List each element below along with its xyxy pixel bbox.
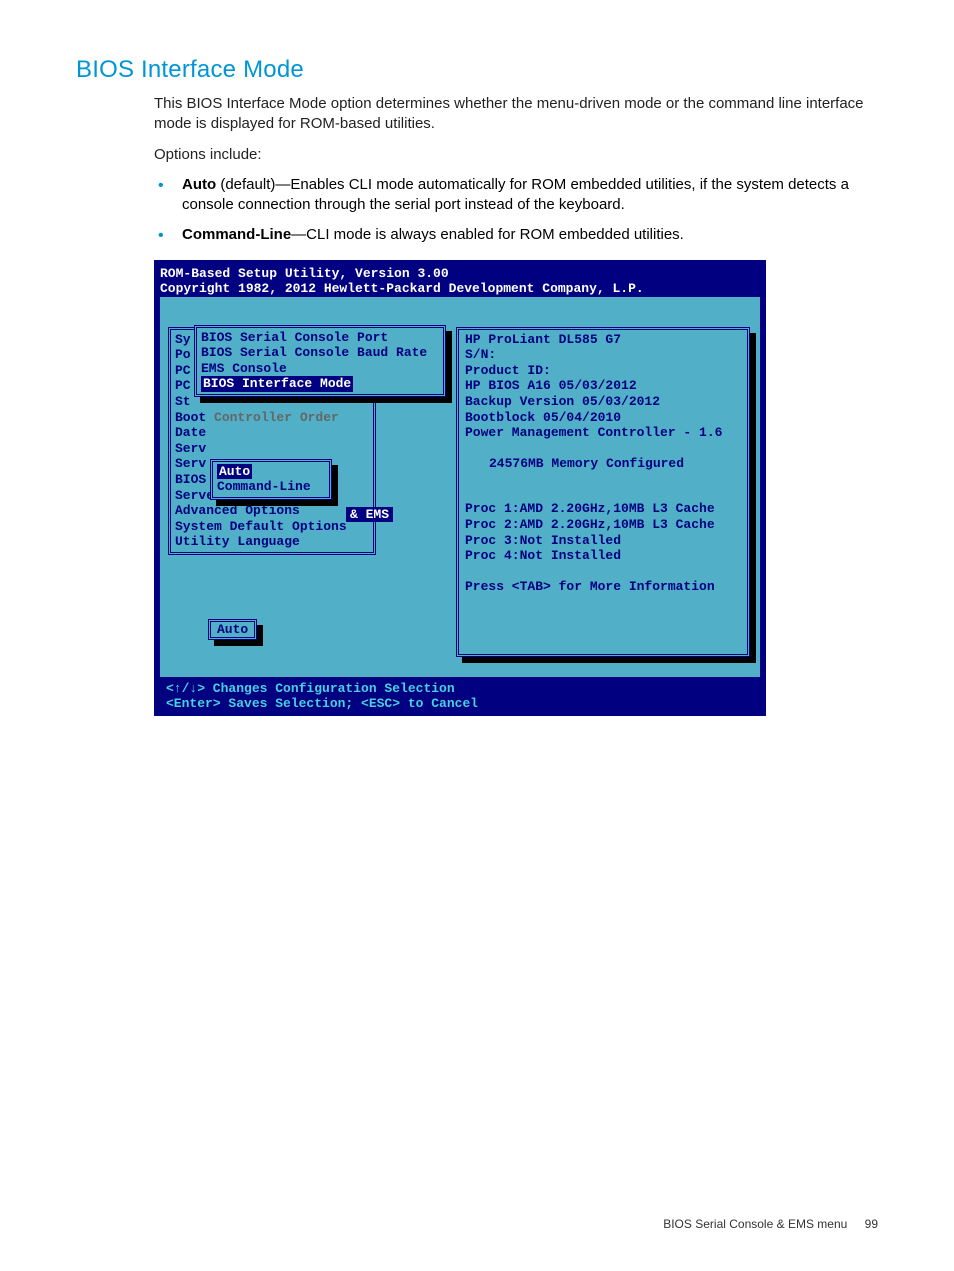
- info-line: HP BIOS A16 05/03/2012: [465, 378, 741, 394]
- options-intro: Options include:: [154, 145, 878, 165]
- bios-title-line2: Copyright 1982, 2012 Hewlett-Packard Dev…: [160, 281, 760, 297]
- bios-footer: <↑/↓> Changes Configuration Selection <E…: [160, 677, 760, 714]
- info-panel: HP ProLiant DL585 G7 S/N: Product ID: HP…: [456, 327, 750, 657]
- bios-titlebar: ROM-Based Setup Utility, Version 3.00 Co…: [154, 260, 766, 716]
- info-line: Proc 4:Not Installed: [465, 548, 741, 564]
- info-line: Press <TAB> for More Information: [465, 579, 741, 595]
- bios-canvas: Sy Po PC PC St Boot Controller Order Dat…: [160, 297, 760, 677]
- intro-paragraph: This BIOS Interface Mode option determin…: [154, 94, 878, 135]
- page-footer: BIOS Serial Console & EMS menu 99: [663, 1217, 878, 1231]
- option-item: Auto (default)—Enables CLI mode automati…: [182, 175, 878, 216]
- footer-title: BIOS Serial Console & EMS menu: [663, 1217, 847, 1231]
- dropdown-item: Command-Line: [217, 479, 325, 495]
- bios-left-stack: Sy Po PC PC St Boot Controller Order Dat…: [168, 327, 450, 555]
- menu-row: Date: [175, 425, 369, 441]
- bios-title-line1: ROM-Based Setup Utility, Version 3.00: [160, 266, 760, 282]
- mode-dropdown: Auto Command-Line: [210, 459, 332, 500]
- info-line: 24576MB Memory Configured: [465, 456, 741, 472]
- footer-line: <Enter> Saves Selection; <ESC> to Cancel: [166, 696, 754, 712]
- info-line: Bootblock 05/04/2010: [465, 410, 741, 426]
- dropdown-item-selected: Auto: [217, 464, 325, 480]
- bios-screenshot: ROM-Based Setup Utility, Version 3.00 Co…: [154, 260, 766, 716]
- menu-row: Utility Language: [175, 534, 369, 550]
- option-strong: Auto: [182, 176, 216, 193]
- section-heading: BIOS Interface Mode: [76, 56, 878, 84]
- info-line: Proc 2:AMD 2.20GHz,10MB L3 Cache: [465, 517, 741, 533]
- option-item: Command-Line—CLI mode is always enabled …: [182, 225, 878, 245]
- page-number: 99: [865, 1217, 878, 1231]
- info-line: Power Management Controller - 1.6: [465, 425, 741, 441]
- info-line: HP ProLiant DL585 G7: [465, 332, 741, 348]
- submenu-item: BIOS Serial Console Baud Rate: [201, 345, 439, 361]
- menu-row: Serv: [175, 441, 369, 457]
- info-line: Proc 3:Not Installed: [465, 533, 741, 549]
- options-list: Auto (default)—Enables CLI mode automati…: [154, 175, 878, 246]
- info-line: Product ID:: [465, 363, 741, 379]
- option-rest: —CLI mode is always enabled for ROM embe…: [291, 226, 684, 243]
- status-chip: Auto: [208, 619, 257, 641]
- footer-line: <↑/↓> Changes Configuration Selection: [166, 681, 754, 697]
- menu-row: Boot Controller Order: [175, 410, 369, 426]
- menu-row: System Default Options: [175, 519, 369, 535]
- option-rest: (default)—Enables CLI mode automatically…: [182, 176, 849, 213]
- submenu-item-selected: BIOS Interface Mode: [201, 376, 439, 392]
- submenu-item: EMS Console: [201, 361, 439, 377]
- submenu-item: BIOS Serial Console Port: [201, 330, 439, 346]
- option-strong: Command-Line: [182, 226, 291, 243]
- info-line: S/N:: [465, 347, 741, 363]
- bios-submenu: BIOS Serial Console Port BIOS Serial Con…: [194, 325, 446, 397]
- menu-row: Advanced Options: [175, 503, 369, 519]
- info-line: Backup Version 05/03/2012: [465, 394, 741, 410]
- info-line: Proc 1:AMD 2.20GHz,10MB L3 Cache: [465, 501, 741, 517]
- ems-chip: & EMS: [346, 507, 393, 523]
